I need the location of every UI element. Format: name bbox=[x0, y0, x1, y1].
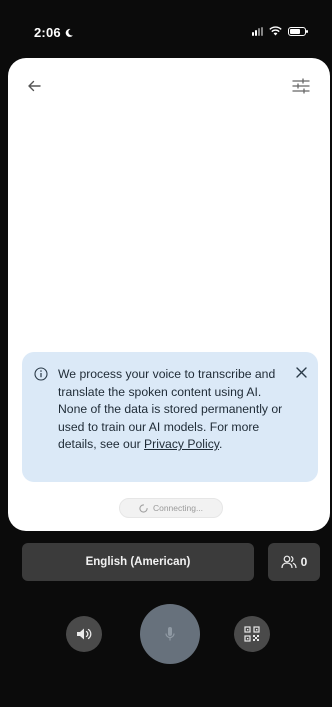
status-time: 2:06 bbox=[34, 25, 61, 40]
qr-code-button[interactable] bbox=[234, 616, 270, 652]
notice-close-button[interactable] bbox=[294, 365, 308, 379]
status-bar: 2:06 bbox=[0, 0, 332, 56]
arrow-left-icon bbox=[28, 80, 41, 92]
people-icon bbox=[281, 555, 297, 569]
moon-icon bbox=[65, 28, 73, 37]
mic-icon bbox=[165, 627, 175, 641]
settings-button[interactable] bbox=[290, 75, 312, 97]
spinner-icon bbox=[139, 503, 148, 513]
close-icon bbox=[295, 366, 307, 378]
speaker-icon bbox=[77, 628, 92, 640]
speaker-button[interactable] bbox=[66, 616, 102, 652]
privacy-policy-link[interactable]: Privacy Policy bbox=[144, 437, 219, 451]
battery-icon bbox=[288, 26, 308, 36]
participant-count: 0 bbox=[300, 555, 308, 569]
status-time-group: 2:06 bbox=[34, 25, 74, 40]
privacy-notice: We process your voice to transcribe and … bbox=[22, 352, 318, 482]
microphone-button[interactable] bbox=[140, 604, 200, 664]
notice-text-block: We process your voice to transcribe and … bbox=[58, 366, 288, 454]
language-selector-button[interactable]: English (American) bbox=[22, 543, 254, 581]
language-label: English (American) bbox=[85, 556, 191, 568]
connection-status: Connecting... bbox=[119, 498, 223, 518]
status-indicators bbox=[252, 26, 308, 36]
notice-link-suffix: . bbox=[219, 437, 223, 451]
info-icon bbox=[34, 367, 48, 381]
back-button[interactable] bbox=[24, 76, 44, 96]
transcript-card: We process your voice to transcribe and … bbox=[8, 58, 330, 531]
signal-icon bbox=[252, 26, 263, 36]
wifi-icon bbox=[269, 26, 282, 36]
connection-status-text: Connecting... bbox=[152, 503, 204, 513]
sliders-icon bbox=[292, 78, 310, 94]
participants-button[interactable]: 0 bbox=[268, 543, 320, 581]
qr-code-icon bbox=[244, 626, 260, 642]
